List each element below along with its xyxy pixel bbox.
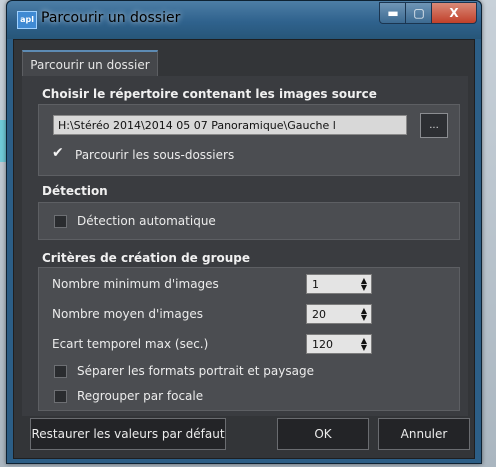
spin-arrows-icon[interactable]: ▲ ▼ [361,307,367,322]
tab-browse-folder[interactable]: Parcourir un dossier [22,50,158,78]
subfolders-checkbox[interactable] [52,145,65,161]
min-images-value[interactable]: 1 [312,278,319,291]
source-heading: Choisir le répertoire contenant les imag… [42,87,377,101]
separate-formats-checkbox-row[interactable]: Séparer les formats portrait et paysage [54,364,314,378]
separate-formats-checkbox[interactable] [54,364,67,378]
avg-images-value[interactable]: 20 [312,308,326,321]
avg-images-label: Nombre moyen d'images [52,307,203,321]
cancel-button[interactable]: Annuler [378,418,470,450]
grouping-heading: Critères de création de groupe [42,251,251,265]
time-gap-spinbox[interactable]: 120 ▲ ▼ [306,334,372,354]
auto-detection-label: Détection automatique [77,214,216,228]
source-path-field[interactable]: H:\Stéréo 2014\2014 05 07 Panoramique\Ga… [53,115,407,135]
close-button[interactable]: X [431,2,477,24]
app-icon: apl [17,11,37,29]
time-gap-label: Ecart temporel max (sec.) [52,337,209,351]
spin-arrows-icon[interactable]: ▲ ▼ [361,277,367,292]
avg-images-spinbox[interactable]: 20 ▲ ▼ [306,304,372,324]
time-gap-value[interactable]: 120 [312,338,333,351]
maximize-button[interactable]: ▢ [405,2,433,24]
title-bar[interactable]: apl Parcourir un dossier ▬ ▢ X [7,1,481,39]
min-images-label: Nombre minimum d'images [52,277,219,291]
group-focal-checkbox-row[interactable]: Regrouper par focale [54,389,203,403]
subfolders-label: Parcourir les sous-dossiers [75,148,235,162]
group-focal-label: Regrouper par focale [77,389,204,403]
detection-heading: Détection [42,184,108,198]
window-title: Parcourir un dossier [41,10,181,26]
group-focal-checkbox[interactable] [54,389,67,403]
auto-detection-checkbox[interactable] [54,214,67,228]
spin-arrows-icon[interactable]: ▲ ▼ [361,337,367,352]
browse-button[interactable]: ... [420,113,448,138]
separate-formats-label: Séparer les formats portrait et paysage [77,364,314,378]
min-images-spinbox[interactable]: 1 ▲ ▼ [306,274,372,294]
subfolders-checkbox-row[interactable]: Parcourir les sous-dossiers [52,145,235,163]
auto-detection-checkbox-row[interactable]: Détection automatique [54,214,216,228]
reset-defaults-button[interactable]: Restaurer les valeurs par défaut [30,418,226,450]
ok-button[interactable]: OK [277,418,369,450]
minimize-button[interactable]: ▬ [379,2,407,24]
